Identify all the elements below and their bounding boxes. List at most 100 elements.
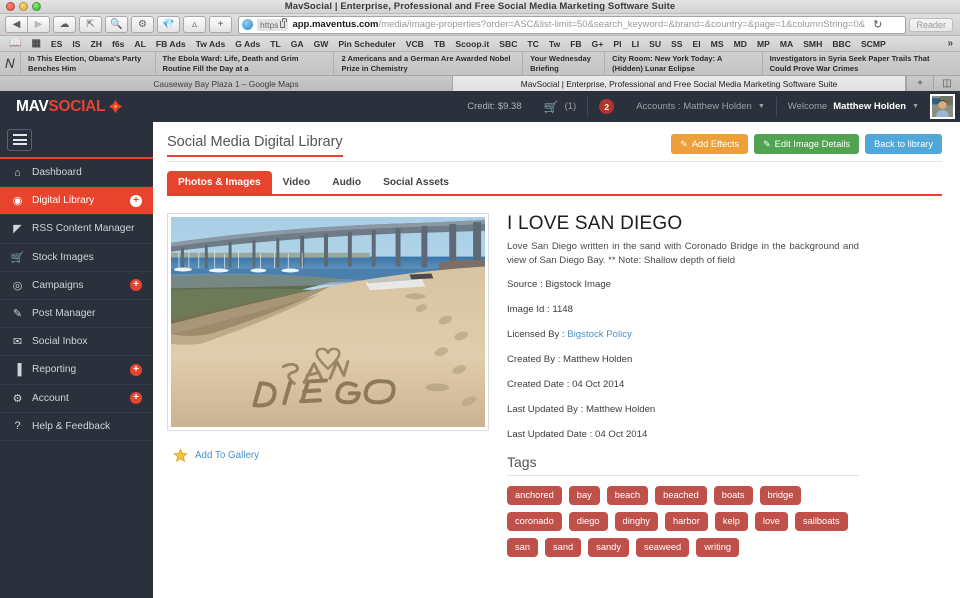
tab-overview-icon[interactable]: ◫ — [933, 76, 960, 91]
shopping-cart-icon[interactable]: 🛒 — [544, 100, 559, 114]
bookmark-item[interactable]: Tw Ads — [191, 39, 231, 49]
sidebar-item-post-manager[interactable]: ✎Post Manager — [0, 300, 153, 328]
new-tab-icon[interactable]: + — [209, 16, 232, 33]
browser-tab[interactable]: MavSocial | Enterprise, Professional and… — [453, 76, 906, 91]
hamburger-menu-icon[interactable] — [7, 129, 32, 151]
tag-chip[interactable]: diego — [569, 512, 608, 531]
expand-plus-icon[interactable]: + — [130, 195, 142, 207]
reader-button[interactable]: Reader — [909, 18, 953, 32]
grid-icon[interactable]: ▦ — [26, 38, 45, 49]
tab-audio[interactable]: Audio — [321, 171, 372, 194]
bookmarks-overflow-icon[interactable]: » — [944, 38, 956, 49]
tag-chip[interactable]: dinghy — [615, 512, 658, 531]
mavsocial-logo[interactable]: MAVSOCIAL — [0, 98, 153, 116]
tag-chip[interactable]: harbor — [665, 512, 708, 531]
add-to-gallery-link[interactable]: Add To Gallery — [195, 450, 259, 461]
avatar[interactable] — [930, 94, 955, 119]
bookmark-item[interactable]: TL — [265, 39, 286, 49]
tag-chip[interactable]: bridge — [760, 486, 802, 505]
sidebar-item-reporting[interactable]: ▐Reporting+ — [0, 356, 153, 384]
elephant-icon[interactable]: 💎 — [157, 16, 180, 33]
reload-icon[interactable]: ↻ — [869, 18, 886, 31]
bookmark-item[interactable]: Tw — [544, 39, 565, 49]
expand-plus-icon[interactable]: + — [130, 392, 142, 404]
expand-plus-icon[interactable]: + — [130, 279, 142, 291]
bookmark-item[interactable]: AL — [129, 39, 150, 49]
notification-badge[interactable]: 2 — [599, 99, 614, 114]
bookmark-item[interactable]: Scoop.it — [450, 39, 494, 49]
back-to-library-button[interactable]: Back to library — [865, 134, 942, 154]
news-headline[interactable]: Your Wednesday Briefing — [522, 52, 604, 75]
tag-chip[interactable]: beached — [655, 486, 707, 505]
star-icon[interactable] — [173, 448, 188, 463]
tag-chip[interactable]: seaweed — [636, 538, 689, 557]
user-chevron-down-icon[interactable]: ▼ — [912, 103, 919, 110]
tag-chip[interactable]: coronado — [507, 512, 562, 531]
bookmark-item[interactable]: SMH — [798, 39, 827, 49]
sidebar-item-rss-content-manager[interactable]: ◤RSS Content Manager — [0, 215, 153, 243]
add-effects-button[interactable]: ✎Add Effects — [671, 134, 748, 154]
bookmark-item[interactable]: BBC — [827, 39, 856, 49]
bookmark-item[interactable]: IS — [67, 39, 85, 49]
bookmark-item[interactable]: G Ads — [230, 39, 265, 49]
bookmark-item[interactable]: VCB — [401, 39, 429, 49]
photo-i-love-san-diego[interactable] — [171, 217, 485, 427]
bookmark-item[interactable]: MD — [729, 39, 752, 49]
tab-social-assets[interactable]: Social Assets — [372, 171, 460, 194]
bookmark-item[interactable]: MP — [752, 39, 775, 49]
tag-chip[interactable]: beach — [607, 486, 648, 505]
tag-chip[interactable]: kelp — [715, 512, 748, 531]
tag-icon[interactable]: ▵ — [183, 16, 206, 33]
sidebar-item-campaigns[interactable]: ◎Campaigns+ — [0, 272, 153, 300]
bookmark-item[interactable]: Pin Scheduler — [333, 39, 400, 49]
share-icon[interactable]: ⇱ — [79, 16, 102, 33]
expand-plus-icon[interactable]: + — [130, 364, 142, 376]
bookmark-item[interactable]: G+ — [587, 39, 609, 49]
bookmark-item[interactable]: PI — [608, 39, 626, 49]
metadata-value[interactable]: Bigstock Policy — [567, 329, 632, 340]
news-headline[interactable]: 2 Americans and a German Are Awarded Nob… — [333, 52, 522, 75]
chevron-down-icon[interactable]: ▼ — [758, 103, 765, 110]
nav-buttons[interactable]: ◀ ▶ — [5, 16, 50, 33]
bookmark-item[interactable]: SBC — [494, 39, 522, 49]
new-tab-plus-icon[interactable]: + — [906, 76, 933, 91]
browser-tab[interactable]: Causeway Bay Plaza 1 – Google Maps — [0, 76, 453, 91]
news-headline[interactable]: City Room: New York Today: A (Hidden) Lu… — [604, 52, 761, 75]
bookmark-item[interactable]: SCMP — [856, 39, 891, 49]
cart-widget[interactable]: 🛒 (1) — [533, 98, 588, 116]
tag-chip[interactable]: bay — [569, 486, 600, 505]
address-bar[interactable]: https app.maventus.com/media/image-prope… — [238, 16, 906, 34]
sidebar-item-account[interactable]: ⚙Account+ — [0, 385, 153, 413]
tag-chip[interactable]: boats — [714, 486, 753, 505]
user-menu[interactable]: Welcome Matthew Holden ▼ — [777, 98, 930, 116]
bookmark-item[interactable]: TC — [522, 39, 543, 49]
bookmark-item[interactable]: GA — [286, 39, 309, 49]
bookmark-item[interactable]: EI — [688, 39, 706, 49]
tag-chip[interactable]: love — [755, 512, 788, 531]
add-to-gallery-row[interactable]: Add To Gallery — [167, 448, 492, 463]
notification-widget[interactable]: 2 — [588, 98, 625, 116]
bookmark-item[interactable]: FB — [565, 39, 586, 49]
accounts-dropdown[interactable]: Accounts : Matthew Holden ▼ — [625, 98, 776, 116]
news-headline[interactable]: In This Election, Obama's Party Benches … — [20, 52, 155, 75]
icloud-icon[interactable]: ☁ — [53, 16, 76, 33]
bookmark-item[interactable]: SU — [644, 39, 666, 49]
forward-icon[interactable]: ▶ — [27, 16, 50, 33]
sidebar-item-dashboard[interactable]: ⌂Dashboard — [0, 159, 153, 187]
bookmark-item[interactable]: LI — [626, 39, 644, 49]
bookmark-item[interactable]: MA — [775, 39, 798, 49]
clipper-icon[interactable]: ⚙ — [131, 16, 154, 33]
tag-chip[interactable]: san — [507, 538, 538, 557]
sidebar-item-help-feedback[interactable]: ?Help & Feedback — [0, 413, 153, 441]
bookmark-item[interactable]: f6s — [107, 39, 129, 49]
tag-chip[interactable]: sandy — [588, 538, 629, 557]
book-icon[interactable]: 📖 — [4, 38, 26, 49]
news-headline[interactable]: Investigators in Syria Seek Paper Trails… — [762, 52, 960, 75]
news-headline[interactable]: The Ebola Ward: Life, Death and Grim Rou… — [155, 52, 334, 75]
bookmark-item[interactable]: TB — [429, 39, 450, 49]
tag-chip[interactable]: writing — [696, 538, 739, 557]
tab-video[interactable]: Video — [272, 171, 322, 194]
sidebar-item-digital-library[interactable]: ◉Digital Library+ — [0, 187, 153, 215]
tag-chip[interactable]: sailboats — [795, 512, 848, 531]
edit-image-details-button[interactable]: ✎Edit Image Details — [754, 134, 859, 154]
